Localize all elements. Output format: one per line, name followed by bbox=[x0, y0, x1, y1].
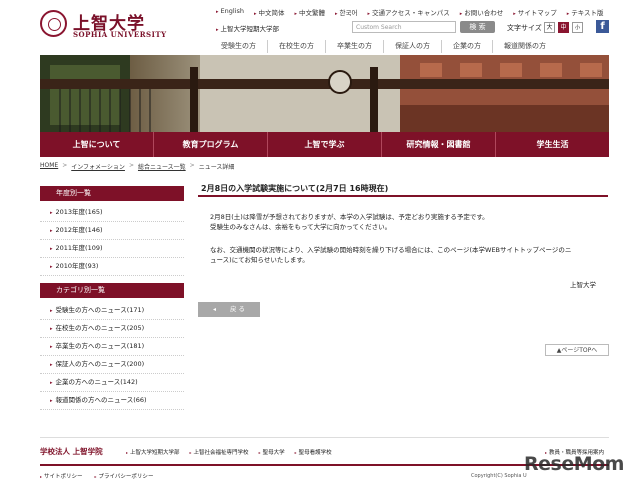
link-sitemap[interactable]: サイトマップ bbox=[513, 7, 557, 17]
footer-divider bbox=[40, 437, 609, 438]
footer-link-privacy-policy[interactable]: プライバシーポリシー bbox=[95, 472, 154, 480]
sidebar-year-item[interactable]: 2010年度(93) bbox=[40, 258, 184, 276]
search-input[interactable]: Custom Search bbox=[352, 21, 456, 33]
nav-companies[interactable]: 企業の方 bbox=[441, 40, 492, 53]
back-button[interactable]: 戻 る bbox=[198, 302, 260, 317]
audience-nav: 受験生の方 在校生の方 卒業生の方 保証人の方 企業の方 報道関係の方 bbox=[210, 40, 557, 53]
search-button[interactable]: 検 索 bbox=[460, 21, 495, 33]
link-english[interactable]: English bbox=[216, 7, 244, 17]
sidebar-category-item[interactable]: 報道関係の方へのニュース(66) bbox=[40, 392, 184, 410]
sidebar-category-item[interactable]: 企業の方へのニュース(142) bbox=[40, 374, 184, 392]
breadcrumb-current: ニュース詳細 bbox=[198, 164, 235, 171]
main-nav-study[interactable]: 上智で学ぶ bbox=[268, 132, 382, 157]
nav-applicants[interactable]: 受験生の方 bbox=[210, 40, 267, 53]
article-paragraph: 2月8日(土)は降雪が予想されておりますが、本学の入学試験は、予定どおり実施する… bbox=[210, 213, 489, 221]
sidebar-year-item[interactable]: 2013年度(165) bbox=[40, 204, 184, 222]
link-contact[interactable]: お問い合わせ bbox=[460, 7, 503, 17]
footer-link-social-welfare[interactable]: 上智社会福祉専門学校 bbox=[190, 448, 249, 456]
breadcrumb-information[interactable]: インフォメーション bbox=[71, 162, 125, 171]
copyright: Copyright(C) Sophia U bbox=[471, 473, 527, 479]
font-small-button[interactable]: 小 bbox=[572, 22, 583, 33]
breadcrumb-home[interactable]: HOME bbox=[40, 162, 58, 171]
watermark-logo: ReseMom bbox=[524, 453, 624, 475]
main-nav-education[interactable]: 教育プログラム bbox=[154, 132, 268, 157]
link-junior-college[interactable]: 上智大学短期大学部 bbox=[216, 23, 280, 33]
nav-press[interactable]: 報道関係の方 bbox=[492, 40, 557, 53]
sidebar-category-heading: カテゴリ別一覧 bbox=[40, 283, 184, 298]
nav-students[interactable]: 在校生の方 bbox=[267, 40, 325, 53]
breadcrumb-news-list[interactable]: 総合ニュース一覧 bbox=[138, 162, 186, 171]
hero-image bbox=[40, 55, 609, 132]
footer-link-seibo-nursing[interactable]: 聖母看護学校 bbox=[295, 448, 332, 456]
breadcrumb: HOME > インフォメーション > 総合ニュース一覧 > ニュース詳細 bbox=[40, 162, 234, 171]
main-nav: 上智について 教育プログラム 上智で学ぶ 研究情報・図書館 学生生活 bbox=[40, 132, 609, 157]
article-paragraph: 受験生のみなさんは、余裕をもって大学に向かってください。 bbox=[210, 223, 392, 231]
link-chinese-traditional[interactable]: 中文繁體 bbox=[295, 7, 325, 17]
main-nav-research[interactable]: 研究情報・図書館 bbox=[382, 132, 496, 157]
page-top-button[interactable]: ▲ページTOPへ bbox=[545, 344, 609, 356]
campus-gate-illustration bbox=[40, 55, 609, 132]
sidebar-category-item[interactable]: 受験生の方へのニュース(171) bbox=[40, 302, 184, 320]
sidebar-year-item[interactable]: 2011年度(109) bbox=[40, 240, 184, 258]
footer-links: 上智大学短期大学部 上智社会福祉専門学校 聖母大学 聖母看護学校 bbox=[126, 448, 332, 456]
main-nav-student-life[interactable]: 学生生活 bbox=[496, 132, 609, 157]
sidebar-category-list: 受験生の方へのニュース(171) 在校生の方へのニュース(205) 卒業生の方へ… bbox=[40, 302, 184, 410]
facebook-icon[interactable]: f bbox=[596, 20, 609, 33]
footer-link-junior-college[interactable]: 上智大学短期大学部 bbox=[126, 448, 180, 456]
link-korean[interactable]: 한국어 bbox=[335, 7, 358, 17]
top-links: English 中文简体 中文繁體 한국어 交通アクセス・キャンパス お問い合わ… bbox=[216, 7, 604, 17]
footer-bottom-links: サイトポリシー プライバシーポリシー bbox=[40, 472, 153, 480]
sidebar-category-item[interactable]: 保証人の方へのニュース(200) bbox=[40, 356, 184, 374]
breadcrumb-separator: > bbox=[128, 162, 134, 169]
logo-english[interactable]: SOPHIA UNIVERSITY bbox=[73, 30, 167, 39]
font-large-button[interactable]: 大 bbox=[544, 22, 555, 33]
link-text-version[interactable]: テキスト版 bbox=[567, 7, 603, 17]
article-paragraph: なお、交通機関の状況等により、入学試験の開始時刻を繰り下げる場合には、このページ… bbox=[210, 246, 572, 254]
main-nav-about[interactable]: 上智について bbox=[40, 132, 154, 157]
font-medium-button[interactable]: 中 bbox=[558, 22, 569, 33]
footer-link-site-policy[interactable]: サイトポリシー bbox=[40, 472, 83, 480]
breadcrumb-separator: > bbox=[62, 162, 68, 169]
link-access[interactable]: 交通アクセス・キャンパス bbox=[368, 7, 450, 17]
article-paragraph: ュース)にてお知らせいたします。 bbox=[210, 256, 309, 264]
sidebar-year-list: 2013年度(165) 2012年度(146) 2011年度(109) 2010… bbox=[40, 204, 184, 276]
breadcrumb-separator: > bbox=[189, 162, 195, 169]
article-signature: 上智大学 bbox=[570, 281, 596, 289]
font-size-label: 文字サイズ bbox=[507, 24, 542, 32]
sidebar-category-item[interactable]: 卒業生の方へのニュース(181) bbox=[40, 338, 184, 356]
footer-org-name[interactable]: 学校法人 上智学院 bbox=[40, 446, 103, 457]
nav-guardians[interactable]: 保証人の方 bbox=[383, 40, 441, 53]
sidebar-year-heading: 年度別一覧 bbox=[40, 186, 184, 201]
university-seal-icon[interactable] bbox=[40, 10, 67, 37]
article-title: 2月8日の入学試験実施について(2月7日 16時現在) bbox=[198, 183, 608, 197]
sidebar-category-item[interactable]: 在校生の方へのニュース(205) bbox=[40, 320, 184, 338]
nav-alumni[interactable]: 卒業生の方 bbox=[325, 40, 383, 53]
footer-link-seibo-univ[interactable]: 聖母大学 bbox=[259, 448, 285, 456]
link-chinese-simplified[interactable]: 中文简体 bbox=[254, 7, 285, 17]
sidebar-year-item[interactable]: 2012年度(146) bbox=[40, 222, 184, 240]
page: 上智大学 SOPHIA UNIVERSITY English 中文简体 中文繁體… bbox=[0, 0, 640, 493]
